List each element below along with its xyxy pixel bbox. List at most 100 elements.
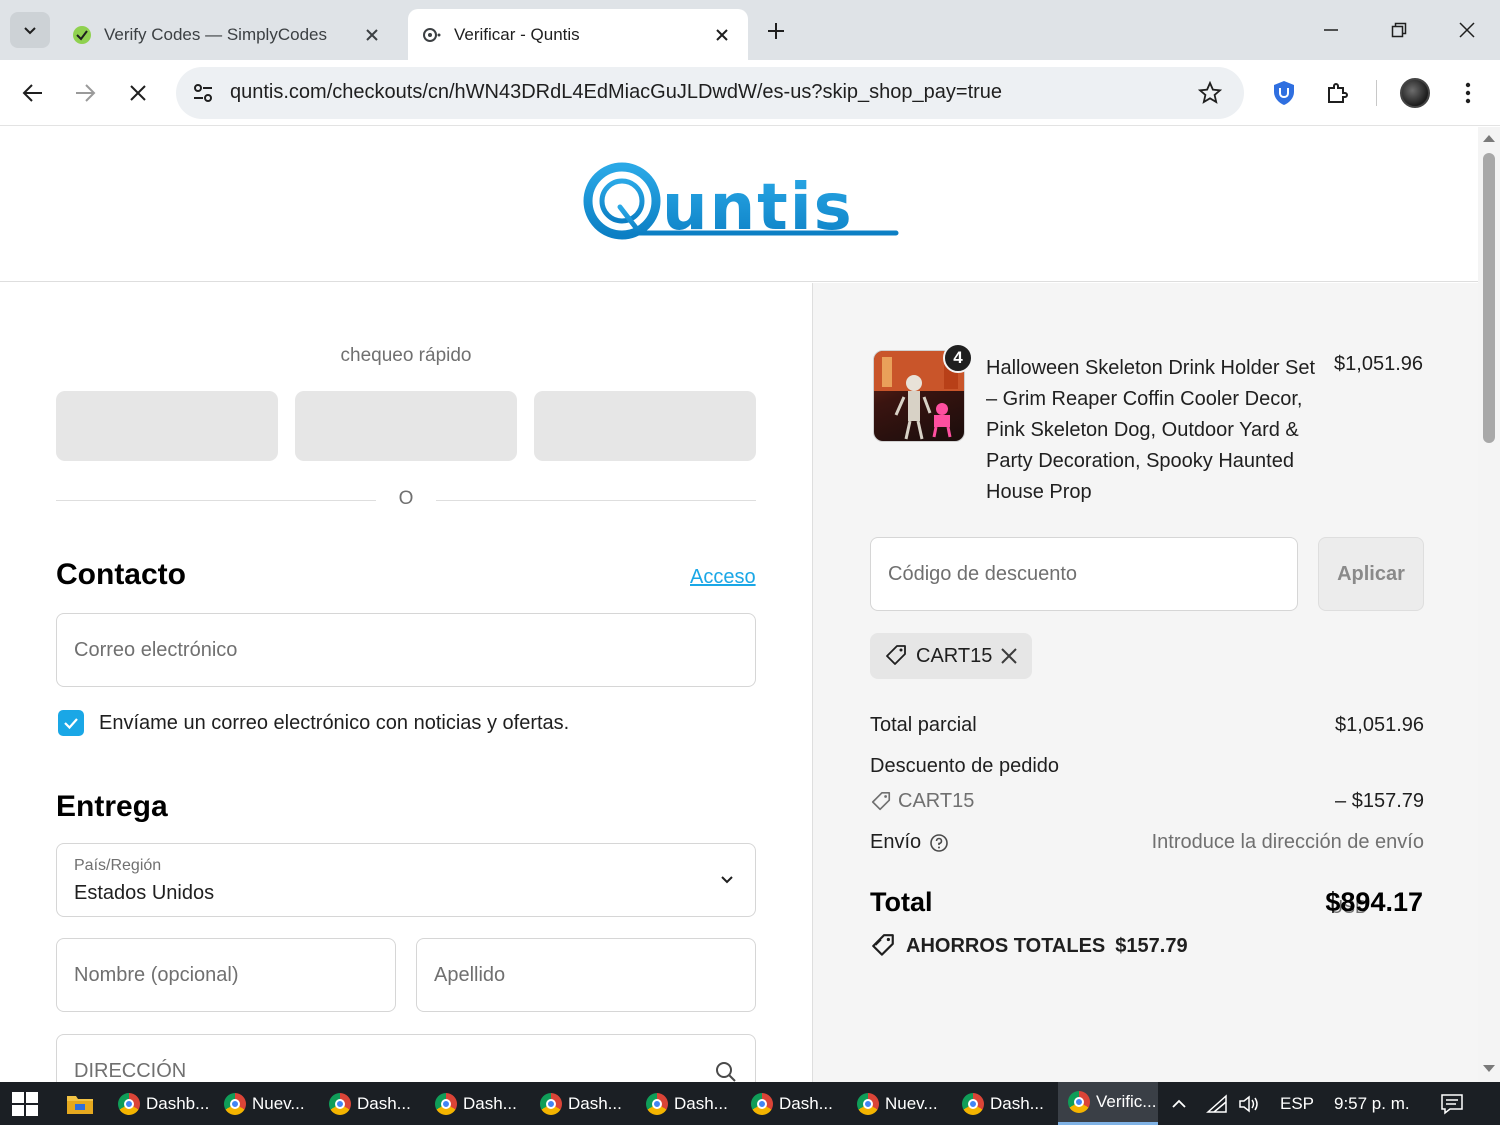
last-name-field[interactable]: Apellido — [416, 938, 756, 1012]
toolbar-separator — [1376, 80, 1377, 106]
show-hidden-icons-button[interactable] — [1170, 1082, 1188, 1125]
browser-menu-button[interactable] — [1448, 73, 1488, 113]
apply-discount-button[interactable]: Aplicar — [1318, 537, 1424, 611]
close-tab-icon[interactable] — [710, 23, 734, 47]
taskbar-item[interactable]: Nuev... — [214, 1082, 314, 1125]
tab-verify-codes[interactable]: Verify Codes — SimplyCodes — [58, 9, 398, 60]
chevron-down-icon — [717, 869, 737, 889]
checkmark-icon — [64, 718, 78, 730]
chrome-icon — [435, 1092, 457, 1115]
express-pay-button[interactable] — [295, 391, 517, 461]
minimize-button[interactable] — [1308, 10, 1354, 50]
taskbar-item-label: Dash... — [674, 1093, 728, 1113]
tag-icon — [886, 645, 906, 665]
express-pay-button[interactable] — [56, 391, 278, 461]
extensions-button[interactable] — [1317, 73, 1357, 113]
country-label: País/Región — [74, 857, 162, 874]
first-name-field[interactable]: Nombre (opcional) — [56, 938, 396, 1012]
tab-verificar-quntis[interactable]: Verificar - Quntis — [408, 9, 748, 60]
loading-favicon-icon — [422, 25, 442, 45]
file-explorer-icon[interactable] — [62, 1088, 98, 1120]
first-name-placeholder: Nombre (opcional) — [74, 964, 239, 986]
help-circle-icon[interactable] — [929, 833, 949, 853]
taskbar-item[interactable]: Nuev... — [847, 1082, 947, 1125]
divider — [56, 500, 376, 501]
chrome-icon — [118, 1092, 140, 1115]
email-field[interactable]: Correo electrónico — [56, 613, 756, 687]
total-label: Total — [870, 887, 933, 917]
subtotal-row: Total parcial $1,051.96 — [870, 714, 1424, 737]
minimize-icon — [1324, 29, 1338, 31]
taskbar-item-active[interactable]: Verific... — [1058, 1082, 1158, 1125]
back-button[interactable] — [13, 73, 53, 113]
close-window-button[interactable] — [1444, 10, 1490, 50]
taskbar-item[interactable]: Dash... — [425, 1082, 525, 1125]
discount-placeholder: Código de descuento — [888, 563, 1078, 585]
chevron-down-icon — [24, 27, 36, 35]
close-tab-icon[interactable] — [360, 23, 384, 47]
extension-shield-button[interactable] — [1264, 73, 1304, 113]
country-select[interactable]: País/Región Estados Unidos — [56, 843, 756, 917]
simplycodes-favicon-icon — [72, 25, 92, 45]
star-icon[interactable] — [1196, 79, 1224, 107]
notifications-icon[interactable] — [1440, 1082, 1464, 1125]
scroll-down-icon[interactable] — [1483, 1065, 1495, 1072]
shipping-label: Envío — [870, 831, 922, 853]
volume-icon[interactable] — [1238, 1082, 1262, 1125]
windows-taskbar: Dashb... Nuev... Dash... Dash... Dash...… — [0, 1082, 1500, 1125]
url-text[interactable]: quntis.com/checkouts/cn/hWN43DRdL4EdMiac… — [230, 81, 1002, 104]
taskbar-item[interactable]: Dash... — [741, 1082, 841, 1125]
taskbar-item[interactable]: Dash... — [319, 1082, 419, 1125]
contact-heading: Contacto — [56, 558, 186, 591]
product-price: $1,051.96 — [1334, 353, 1423, 375]
address-bar[interactable]: quntis.com/checkouts/cn/hWN43DRdL4EdMiac… — [176, 67, 1244, 119]
svg-text:untis: untis — [662, 171, 854, 245]
express-checkout-title: chequeo rápido — [340, 345, 472, 366]
order-discount-code-row: CART15 – $157.79 — [870, 790, 1424, 813]
forward-arrow-icon — [76, 84, 96, 102]
browser-tab-bar: Verify Codes — SimplyCodes Verificar - Q… — [0, 0, 1500, 60]
order-discount-code: CART15 — [898, 790, 975, 812]
new-tab-button[interactable] — [760, 15, 792, 47]
newsletter-checkbox[interactable] — [58, 710, 84, 736]
windows-start-icon[interactable] — [12, 1092, 38, 1116]
input-language[interactable]: ESP — [1280, 1082, 1314, 1125]
stop-loading-button[interactable] — [118, 73, 158, 113]
chrome-icon — [224, 1092, 246, 1115]
taskbar-item[interactable]: Dashb... — [108, 1082, 209, 1125]
tag-icon — [872, 934, 894, 956]
wifi-icon[interactable] — [1206, 1082, 1228, 1125]
forward-button[interactable] — [65, 73, 105, 113]
tab-title: Verify Codes — SimplyCodes — [104, 24, 327, 44]
shipping-value: Introduce la dirección de envío — [1151, 831, 1424, 853]
chevron-up-icon — [1172, 1099, 1186, 1108]
login-link[interactable]: Acceso — [690, 566, 756, 589]
taskbar-item[interactable]: Dash... — [530, 1082, 630, 1125]
browser-toolbar: quntis.com/checkouts/cn/hWN43DRdL4EdMiac… — [0, 60, 1500, 126]
shield-icon — [1274, 81, 1294, 105]
quntis-logo[interactable]: untis — [580, 157, 902, 247]
store-header: untis — [0, 127, 1478, 282]
express-pay-button[interactable] — [534, 391, 756, 461]
checkout-form: chequeo rápido O Contacto Acceso Correo … — [0, 283, 812, 1082]
system-clock[interactable]: 9:57 p. m. — [1334, 1082, 1410, 1125]
remove-code-icon[interactable] — [1000, 647, 1018, 665]
tab-search-button[interactable] — [10, 12, 50, 48]
taskbar-item-label: Dash... — [568, 1093, 622, 1113]
scrollbar-thumb[interactable] — [1483, 153, 1495, 443]
order-discount-value: – $157.79 — [1335, 790, 1424, 812]
taskbar-item[interactable]: Dash... — [952, 1082, 1052, 1125]
total-value: $894.17 — [1325, 887, 1423, 917]
taskbar-item[interactable]: Dash... — [636, 1082, 736, 1125]
tune-icon[interactable] — [188, 78, 218, 108]
order-discount-label: Descuento de pedido — [870, 755, 1060, 777]
applied-code: CART15 — [916, 644, 993, 667]
scroll-up-icon[interactable] — [1483, 135, 1495, 142]
search-icon — [713, 1059, 739, 1082]
address-field[interactable]: DIRECCIÓN — [56, 1034, 756, 1082]
profile-button[interactable] — [1395, 73, 1435, 113]
page-scrollbar[interactable] — [1478, 127, 1500, 1082]
restore-button[interactable] — [1376, 10, 1422, 50]
taskbar-item-label: Nuev... — [252, 1093, 305, 1113]
discount-code-field[interactable]: Código de descuento — [870, 537, 1298, 611]
